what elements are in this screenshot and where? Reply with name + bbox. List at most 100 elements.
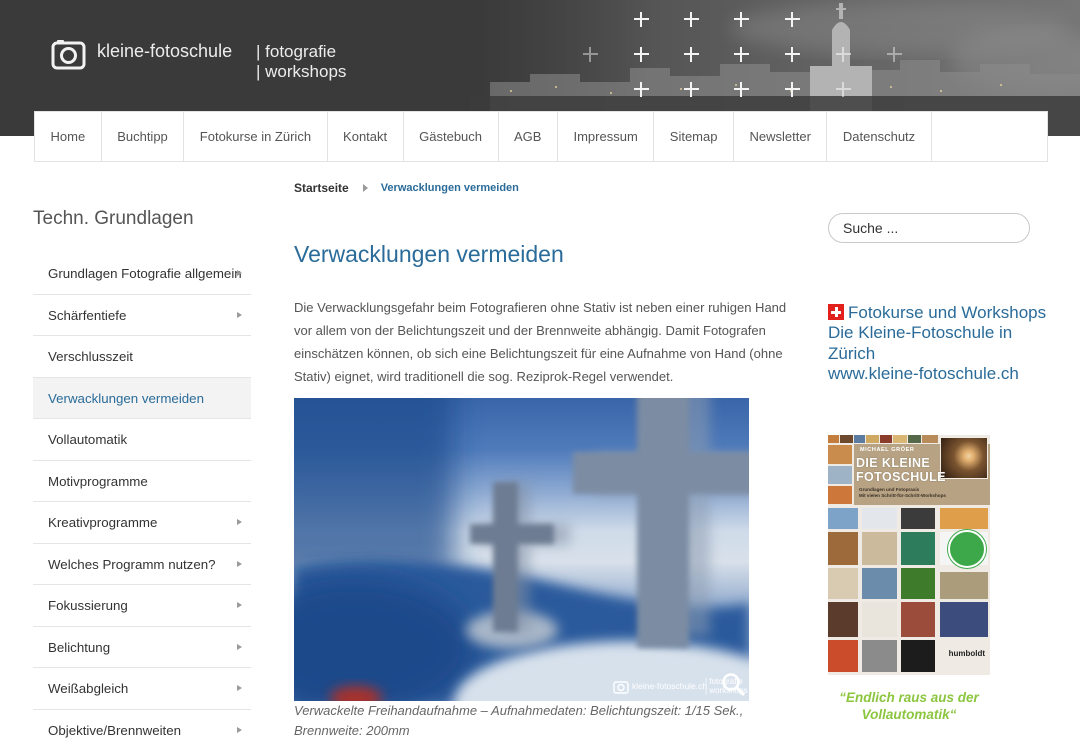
search-input[interactable] bbox=[828, 213, 1030, 243]
breadcrumb-home-link[interactable]: Startseite bbox=[294, 181, 349, 195]
sidebar-item-motivprogramme[interactable]: Motivprogramme bbox=[33, 461, 251, 502]
sidebar-item-weissabgleich[interactable]: Weißabgleich bbox=[33, 668, 251, 710]
sidebar-item-label: Grundlagen Fotografie allgemein bbox=[48, 266, 242, 281]
site-logo[interactable]: kleine-fotoschule | fotografie | worksho… bbox=[50, 36, 360, 86]
logo-tagline-line-1: | fotografie bbox=[256, 42, 337, 61]
plus-icon bbox=[733, 81, 749, 97]
plus-icon bbox=[683, 46, 699, 62]
nav-item-agb[interactable]: AGB bbox=[499, 112, 558, 161]
nav-item-sitemap[interactable]: Sitemap bbox=[654, 112, 734, 161]
book-cover-photo bbox=[862, 640, 897, 672]
book-publisher: humboldt bbox=[948, 649, 985, 658]
nav-item-gaestebuch[interactable]: Gästebuch bbox=[404, 112, 499, 161]
breadcrumb: Startseite Verwacklungen vermeiden bbox=[294, 180, 519, 196]
plus-icon bbox=[633, 46, 649, 62]
sidebar-item-label: Fokussierung bbox=[48, 598, 128, 613]
intro-line: vor allem von der Belichtungszeit und de… bbox=[294, 322, 766, 338]
book-cover-photo bbox=[940, 572, 988, 599]
sidebar-item-vollautomatik[interactable]: Vollautomatik bbox=[33, 419, 251, 461]
logo-name: kleine-fotoschule bbox=[97, 41, 233, 61]
book-cover-photo bbox=[940, 602, 988, 637]
nav-item-fotokurse-in-zuerich[interactable]: Fotokurse in Zürich bbox=[184, 112, 328, 161]
plus-icon bbox=[784, 11, 800, 27]
sidebar-item-label: Vollautomatik bbox=[48, 432, 128, 447]
plus-icon bbox=[835, 81, 851, 97]
plus-icon bbox=[683, 11, 699, 27]
sidebar-item-kreativprogramme[interactable]: Kreativprogramme bbox=[33, 502, 251, 544]
sidebar-item-label: Welches Programm nutzen? bbox=[48, 556, 216, 572]
promo-courses-link[interactable]: Fotokurse und Workshops Die Kleine-Fotos… bbox=[828, 303, 1046, 384]
article-photo[interactable]: kleine-fotoschule.ch | fotografie | work… bbox=[294, 398, 749, 701]
book-subtitle-line-2: Mit vielen Schritt-für-Schritt-Workshops bbox=[859, 493, 946, 498]
book-cover-photo bbox=[880, 435, 892, 443]
book-title-line-2: FOTOSCHULE bbox=[856, 470, 946, 484]
quote-line: Vollautomatik“ bbox=[861, 707, 957, 722]
camera-icon bbox=[51, 40, 86, 70]
book-cover-photo bbox=[828, 486, 852, 504]
nav-item-home[interactable]: Home bbox=[35, 112, 102, 161]
intro-line: Stativ) eignet, wird traditionell die so… bbox=[294, 368, 674, 384]
chevron-right-icon bbox=[237, 602, 242, 608]
sidebar-item-label: Motivprogramme bbox=[48, 473, 148, 489]
page-title: Verwacklungen vermeiden bbox=[294, 241, 564, 267]
sidebar-item-label: Weißabgleich bbox=[48, 681, 129, 696]
sidebar-item-welches-programm-nutzen[interactable]: Welches Programm nutzen? bbox=[33, 544, 251, 585]
sidebar-item-label: Verschlusszeit bbox=[48, 349, 133, 364]
logo-tagline-line-2: | workshops bbox=[256, 62, 347, 81]
blurred-crosses-photo bbox=[294, 398, 749, 701]
chevron-right-icon bbox=[237, 643, 242, 650]
sidebar-item-label: Kreativprogramme bbox=[48, 515, 158, 530]
sidebar-item-fokussierung[interactable]: Fokussierung bbox=[33, 585, 251, 627]
plus-icon bbox=[733, 46, 749, 62]
sidebar-item-label: Verwacklungen vermeiden bbox=[48, 390, 204, 406]
plus-icon bbox=[784, 46, 800, 62]
sidebar-item-belichtung[interactable]: Belichtung bbox=[33, 627, 251, 668]
book-cover-photo bbox=[854, 435, 865, 443]
book-cover-photo bbox=[828, 532, 858, 565]
plus-icon bbox=[633, 81, 649, 97]
intro-line: einschätzen können, ob sich eine Belicht… bbox=[294, 345, 783, 361]
book-cover-photo bbox=[828, 466, 852, 484]
book-title-line-1: DIE KLEINE bbox=[856, 456, 931, 470]
book-cover-photo bbox=[901, 640, 935, 672]
nav-item-kontakt[interactable]: Kontakt bbox=[328, 112, 404, 161]
nav-item-buchtipp[interactable]: Buchtipp bbox=[102, 112, 185, 161]
book-cover-photo bbox=[893, 435, 907, 443]
watermark-camera-icon bbox=[613, 681, 629, 694]
chevron-right-icon bbox=[237, 685, 242, 691]
nav-item-impressum[interactable]: Impressum bbox=[558, 112, 655, 161]
article-intro: Die Verwacklungsgefahr beim Fotografiere… bbox=[294, 296, 786, 388]
intro-line: Die Verwacklungsgefahr beim Fotografiere… bbox=[294, 299, 787, 315]
sidebar-item-grundlagen-fotografie-allgemein[interactable]: Grundlagen Fotografie allgemein bbox=[33, 253, 251, 295]
plus-icon bbox=[784, 81, 800, 97]
book-badge bbox=[948, 530, 986, 568]
nav-item-datenschutz[interactable]: Datenschutz bbox=[827, 112, 932, 161]
book-cover-photo bbox=[828, 445, 852, 464]
book-cover-photo bbox=[940, 508, 988, 529]
watermark-site: kleine-fotoschule.ch bbox=[632, 681, 708, 691]
page: kleine-fotoschule | fotografie | worksho… bbox=[0, 0, 1080, 748]
book-cover-photo bbox=[828, 435, 839, 443]
book-cover-photo bbox=[828, 568, 858, 599]
book-cover-photo bbox=[862, 602, 897, 637]
book-cover[interactable]: MICHAEL GRÖER DIE KLEINE FOTOSCHULE Grun… bbox=[828, 435, 990, 675]
book-cover-photo bbox=[901, 508, 935, 529]
book-cover-photo bbox=[828, 508, 858, 529]
promo-line: Fotokurse und Workshops bbox=[828, 303, 1046, 323]
sidebar-item-schaerfentiefe[interactable]: Schärfentiefe bbox=[33, 295, 251, 336]
book-cover-photo bbox=[828, 640, 858, 672]
photo-caption: Verwackelte Freihandaufnahme – Aufnahmed… bbox=[294, 701, 743, 741]
nav-item-newsletter[interactable]: Newsletter bbox=[734, 112, 828, 161]
zoom-icon[interactable] bbox=[720, 671, 746, 697]
sidebar-item-objektive-brennweiten[interactable]: Objektive/Brennweiten bbox=[33, 710, 251, 748]
promo-line: Zürich bbox=[828, 343, 876, 363]
plus-icon bbox=[633, 11, 649, 27]
sidebar-item-label: Schärfentiefe bbox=[48, 307, 127, 323]
logo-tagline: | fotografie | workshops bbox=[256, 42, 346, 82]
promo-headline: Fotokurse und Workshops bbox=[848, 303, 1047, 322]
plus-icon bbox=[733, 11, 749, 27]
sidebar-item-verwacklungen-vermeiden[interactable]: Verwacklungen vermeiden bbox=[33, 377, 251, 419]
chevron-right-icon bbox=[237, 560, 242, 567]
book-title: DIE KLEINE FOTOSCHULE bbox=[856, 456, 946, 484]
sidebar-item-verschlusszeit[interactable]: Verschlusszeit bbox=[33, 336, 251, 378]
